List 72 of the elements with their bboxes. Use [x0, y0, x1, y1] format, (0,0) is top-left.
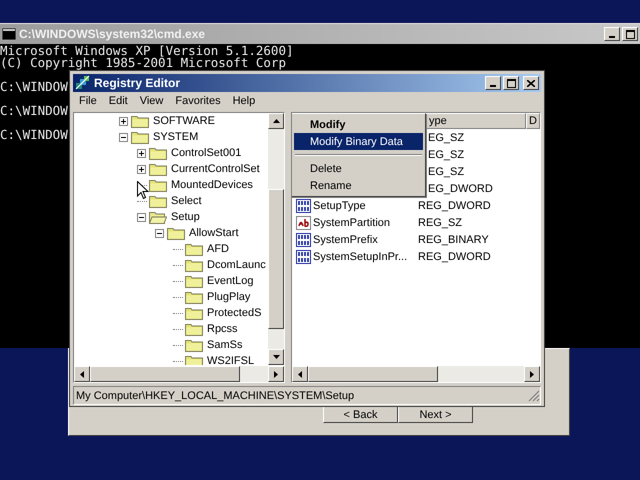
down-arrow-icon	[272, 355, 280, 359]
value-type: REG_DWORD	[418, 250, 491, 262]
menu-item[interactable]: Modify Binary Data	[294, 133, 423, 150]
minimize-button[interactable]	[485, 76, 501, 90]
key-path-text: My Computer\HKEY_LOCAL_MACHINE\SYSTEM\Setup	[76, 390, 354, 402]
minus-box-icon[interactable]	[137, 212, 146, 222]
tree-item[interactable]: SYSTEM	[153, 131, 198, 143]
tree-item[interactable]: PlugPlay	[207, 291, 250, 303]
menu-item[interactable]: Delete	[294, 160, 423, 177]
minus-box-icon[interactable]	[155, 228, 164, 238]
right-arrow-icon	[274, 370, 278, 378]
column-header[interactable]: D	[526, 113, 540, 129]
value-name[interactable]: SystemSetupInPr...	[313, 250, 408, 262]
horizontal-scrollbar[interactable]	[292, 366, 540, 382]
value-type: REG_BINARY	[418, 234, 489, 246]
value-type: EG_SZ	[428, 132, 464, 144]
horizontal-scrollbar[interactable]	[74, 366, 284, 382]
wizard-button[interactable]: Next >	[398, 407, 473, 423]
plus-box-icon[interactable]	[137, 164, 146, 174]
tree-item[interactable]: SamSs	[207, 339, 242, 351]
menu-item[interactable]: Rename	[294, 177, 423, 194]
window-title: Registry Editor	[94, 76, 180, 90]
plus-box-icon[interactable]	[137, 148, 146, 158]
console-line: C:\WINDOW	[0, 81, 68, 93]
console-line: (C) Copyright 1985-2001 Microsoft Corp	[0, 57, 286, 69]
value-type: REG_SZ	[418, 216, 462, 228]
menu-item[interactable]: View	[134, 95, 170, 107]
maximize-button[interactable]	[503, 76, 519, 90]
minimize-button[interactable]	[604, 27, 620, 41]
menu-item[interactable]: File	[73, 95, 103, 107]
up-arrow-icon	[272, 119, 280, 123]
tree-item[interactable]: SOFTWARE	[153, 115, 215, 127]
close-icon	[527, 80, 535, 86]
console-line: C:\WINDOW	[0, 129, 68, 141]
close-button[interactable]	[523, 76, 539, 90]
left-arrow-icon	[298, 370, 302, 378]
value-name[interactable]: SystemPartition	[313, 216, 390, 228]
menu-item[interactable]: Favorites	[169, 95, 227, 107]
tree-item[interactable]: DcomLaunc	[207, 259, 266, 271]
window-title: C:\WINDOWS\system32\cmd.exe	[19, 27, 206, 41]
right-arrow-icon	[530, 370, 534, 378]
value-type: EG_DWORD	[428, 182, 493, 194]
maximize-button[interactable]	[622, 27, 638, 41]
registry-icon	[75, 75, 91, 91]
value-type: EG_SZ	[428, 166, 464, 178]
tree-item[interactable]: EventLog	[207, 275, 254, 287]
tree-item[interactable]: ControlSet001	[171, 147, 242, 159]
menu-item[interactable]: Edit	[102, 95, 134, 107]
tree-item[interactable]: Select	[171, 195, 202, 207]
resize-grip-icon[interactable]	[528, 390, 540, 402]
console-icon	[2, 28, 16, 40]
menu-item[interactable]: Help	[226, 95, 262, 107]
tree-item[interactable]: Rpcss	[207, 323, 238, 335]
vertical-scrollbar[interactable]	[268, 113, 284, 365]
tree-item[interactable]: Setup	[171, 211, 200, 223]
value-type: EG_SZ	[428, 148, 464, 160]
left-arrow-icon	[80, 370, 84, 378]
minus-box-icon[interactable]	[119, 132, 128, 142]
console-line: Microsoft Windows XP [Version 5.1.2600]	[0, 45, 294, 57]
tree-item[interactable]: WS2IFSL	[207, 355, 254, 365]
value-name[interactable]: SystemPrefix	[313, 234, 378, 246]
plus-box-icon[interactable]	[119, 116, 128, 126]
tree-item[interactable]: ProtectedS	[207, 307, 262, 319]
tree-item[interactable]: AFD	[207, 243, 229, 255]
tree-item[interactable]: CurrentControlSet	[171, 163, 260, 175]
tree-item[interactable]: MountedDevices	[171, 179, 253, 191]
value-name[interactable]: SetupType	[313, 200, 366, 212]
mouse-pointer-icon	[137, 181, 149, 200]
tree-item[interactable]: AllowStart	[189, 227, 239, 239]
console-line: C:\WINDOW	[0, 105, 68, 117]
value-type: REG_DWORD	[418, 200, 491, 212]
wizard-button[interactable]: < Back	[323, 407, 398, 423]
